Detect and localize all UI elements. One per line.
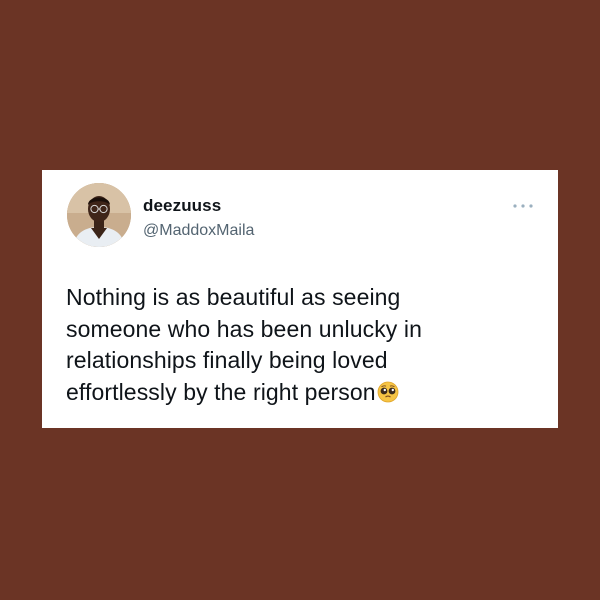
- avatar[interactable]: [67, 183, 131, 247]
- tweet-text-line: relationships finally being loved: [66, 347, 388, 373]
- tweet-card: deezuuss @MaddoxMaila Nothing is as beau…: [42, 170, 558, 428]
- tweet-text-line-last: effortlessly by the right person: [66, 377, 546, 409]
- more-horizontal-icon[interactable]: [512, 203, 534, 209]
- tweet-text-line: someone who has been unlucky in: [66, 315, 422, 342]
- tweet-text-line: Nothing is as beautiful as seeing: [66, 284, 401, 310]
- display-name[interactable]: deezuuss: [143, 196, 221, 216]
- pleading-face-emoji: [377, 381, 399, 402]
- user-handle[interactable]: @MaddoxMaila: [143, 222, 254, 240]
- avatar-image: [67, 183, 131, 247]
- tweet-text: Nothing is as beautiful as seeing someon…: [66, 282, 546, 408]
- tweet-text-line: effortlessly by the right person: [66, 378, 376, 405]
